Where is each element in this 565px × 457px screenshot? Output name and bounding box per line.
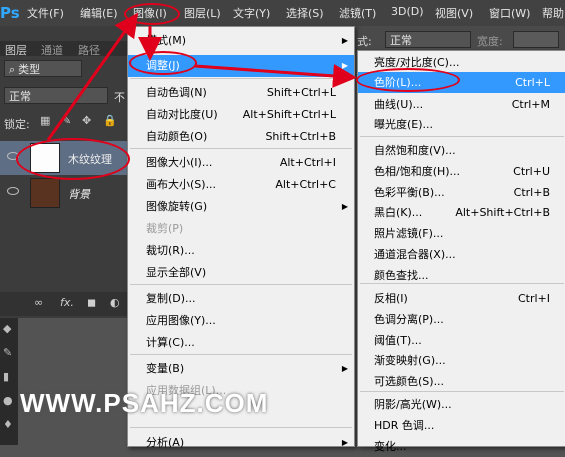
annotation-overlay [46,12,357,141]
highlight-ellipse-layer [16,138,130,180]
annotation-arrow-to-levels [194,63,357,88]
annotation-arrow-to-image-menu [46,12,139,141]
highlight-ellipse-levels [356,68,460,92]
highlight-ellipse-adjust [129,51,197,75]
highlight-ellipse-image-menu [124,3,180,25]
watermark: WWW.PSAHZ.COM [20,388,269,418]
